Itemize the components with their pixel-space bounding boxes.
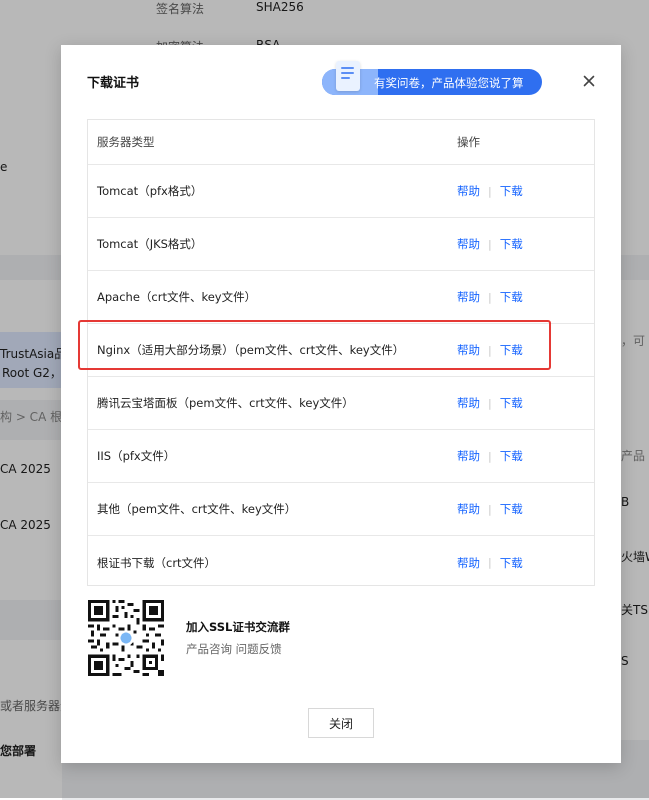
action-separator: | xyxy=(488,449,492,463)
row-actions: 帮助 | 下载 xyxy=(457,377,523,429)
help-link[interactable]: 帮助 xyxy=(457,342,480,358)
download-link[interactable]: 下载 xyxy=(500,395,523,411)
table-row: 腾讯云宝塔面板（pem文件、crt文件、key文件） 帮助 | 下载 xyxy=(88,377,594,430)
help-link[interactable]: 帮助 xyxy=(457,555,480,571)
survey-promo-banner[interactable]: 有奖问卷，产品体验您说了算 xyxy=(322,61,542,95)
download-certificate-dialog: 下载证书 有奖问卷，产品体验您说了算 服务器类型 操作 Tomcat（pfx格式… xyxy=(61,45,621,763)
download-link[interactable]: 下载 xyxy=(500,448,523,464)
help-link[interactable]: 帮助 xyxy=(457,236,480,252)
header-operations: 操作 xyxy=(457,135,480,149)
download-link[interactable]: 下载 xyxy=(500,289,523,305)
join-group-title: 加入SSL证书交流群 xyxy=(186,620,290,634)
close-icon[interactable] xyxy=(580,72,598,90)
table-row: 其他（pem文件、crt文件、key文件） 帮助 | 下载 xyxy=(88,483,594,536)
row-actions: 帮助 | 下载 xyxy=(457,536,523,589)
row-actions: 帮助 | 下载 xyxy=(457,271,523,323)
qr-code-image xyxy=(88,600,164,676)
help-link[interactable]: 帮助 xyxy=(457,183,480,199)
download-link[interactable]: 下载 xyxy=(500,183,523,199)
action-separator: | xyxy=(488,184,492,198)
help-link[interactable]: 帮助 xyxy=(457,448,480,464)
row-actions: 帮助 | 下载 xyxy=(457,430,523,482)
help-link[interactable]: 帮助 xyxy=(457,289,480,305)
server-type-label: 其他（pem文件、crt文件、key文件） xyxy=(97,502,297,516)
server-type-label: 腾讯云宝塔面板（pem文件、crt文件、key文件） xyxy=(97,396,354,410)
action-separator: | xyxy=(488,502,492,516)
download-link[interactable]: 下载 xyxy=(500,501,523,517)
download-link[interactable]: 下载 xyxy=(500,236,523,252)
promo-text: 有奖问卷，产品体验您说了算 xyxy=(374,76,524,90)
table-row: 根证书下载（crt文件） 帮助 | 下载 xyxy=(88,536,594,589)
dialog-title: 下载证书 xyxy=(87,76,140,91)
header-server-type: 服务器类型 xyxy=(97,135,155,149)
survey-document-icon xyxy=(336,61,360,91)
table-row: IIS（pfx文件） 帮助 | 下载 xyxy=(88,430,594,483)
server-type-label: 根证书下载（crt文件） xyxy=(97,555,217,570)
table-row: Apache（crt文件、key文件） 帮助 | 下载 xyxy=(88,271,594,324)
help-link[interactable]: 帮助 xyxy=(457,395,480,411)
download-link[interactable]: 下载 xyxy=(500,555,523,571)
help-link[interactable]: 帮助 xyxy=(457,501,480,517)
server-type-label: Apache（crt文件、key文件） xyxy=(97,290,257,304)
server-type-table: 服务器类型 操作 Tomcat（pfx格式） 帮助 | 下载 Tomcat（JKS格… xyxy=(87,119,595,586)
join-group-subtitle: 产品咨询 问题反馈 xyxy=(186,642,282,656)
server-type-label: Nginx（适用大部分场景）（pem文件、crt文件、key文件） xyxy=(97,343,405,357)
action-separator: | xyxy=(488,396,492,410)
server-type-label: IIS（pfx文件） xyxy=(97,449,176,463)
table-row: Tomcat（JKS格式） 帮助 | 下载 xyxy=(88,218,594,271)
row-actions: 帮助 | 下载 xyxy=(457,483,523,535)
table-header-row: 服务器类型 操作 xyxy=(88,120,594,165)
action-separator: | xyxy=(488,343,492,357)
table-row: Nginx（适用大部分场景）（pem文件、crt文件、key文件） 帮助 | 下载 xyxy=(88,324,594,377)
server-type-label: Tomcat（JKS格式） xyxy=(97,237,203,251)
action-separator: | xyxy=(488,237,492,251)
row-actions: 帮助 | 下载 xyxy=(457,218,523,270)
close-button[interactable]: 关闭 xyxy=(308,708,374,738)
row-actions: 帮助 | 下载 xyxy=(457,324,523,376)
table-row: Tomcat（pfx格式） 帮助 | 下载 xyxy=(88,165,594,218)
row-actions: 帮助 | 下载 xyxy=(457,165,523,217)
server-type-label: Tomcat（pfx格式） xyxy=(97,184,203,198)
download-link[interactable]: 下载 xyxy=(500,342,523,358)
action-separator: | xyxy=(488,556,492,569)
action-separator: | xyxy=(488,290,492,304)
